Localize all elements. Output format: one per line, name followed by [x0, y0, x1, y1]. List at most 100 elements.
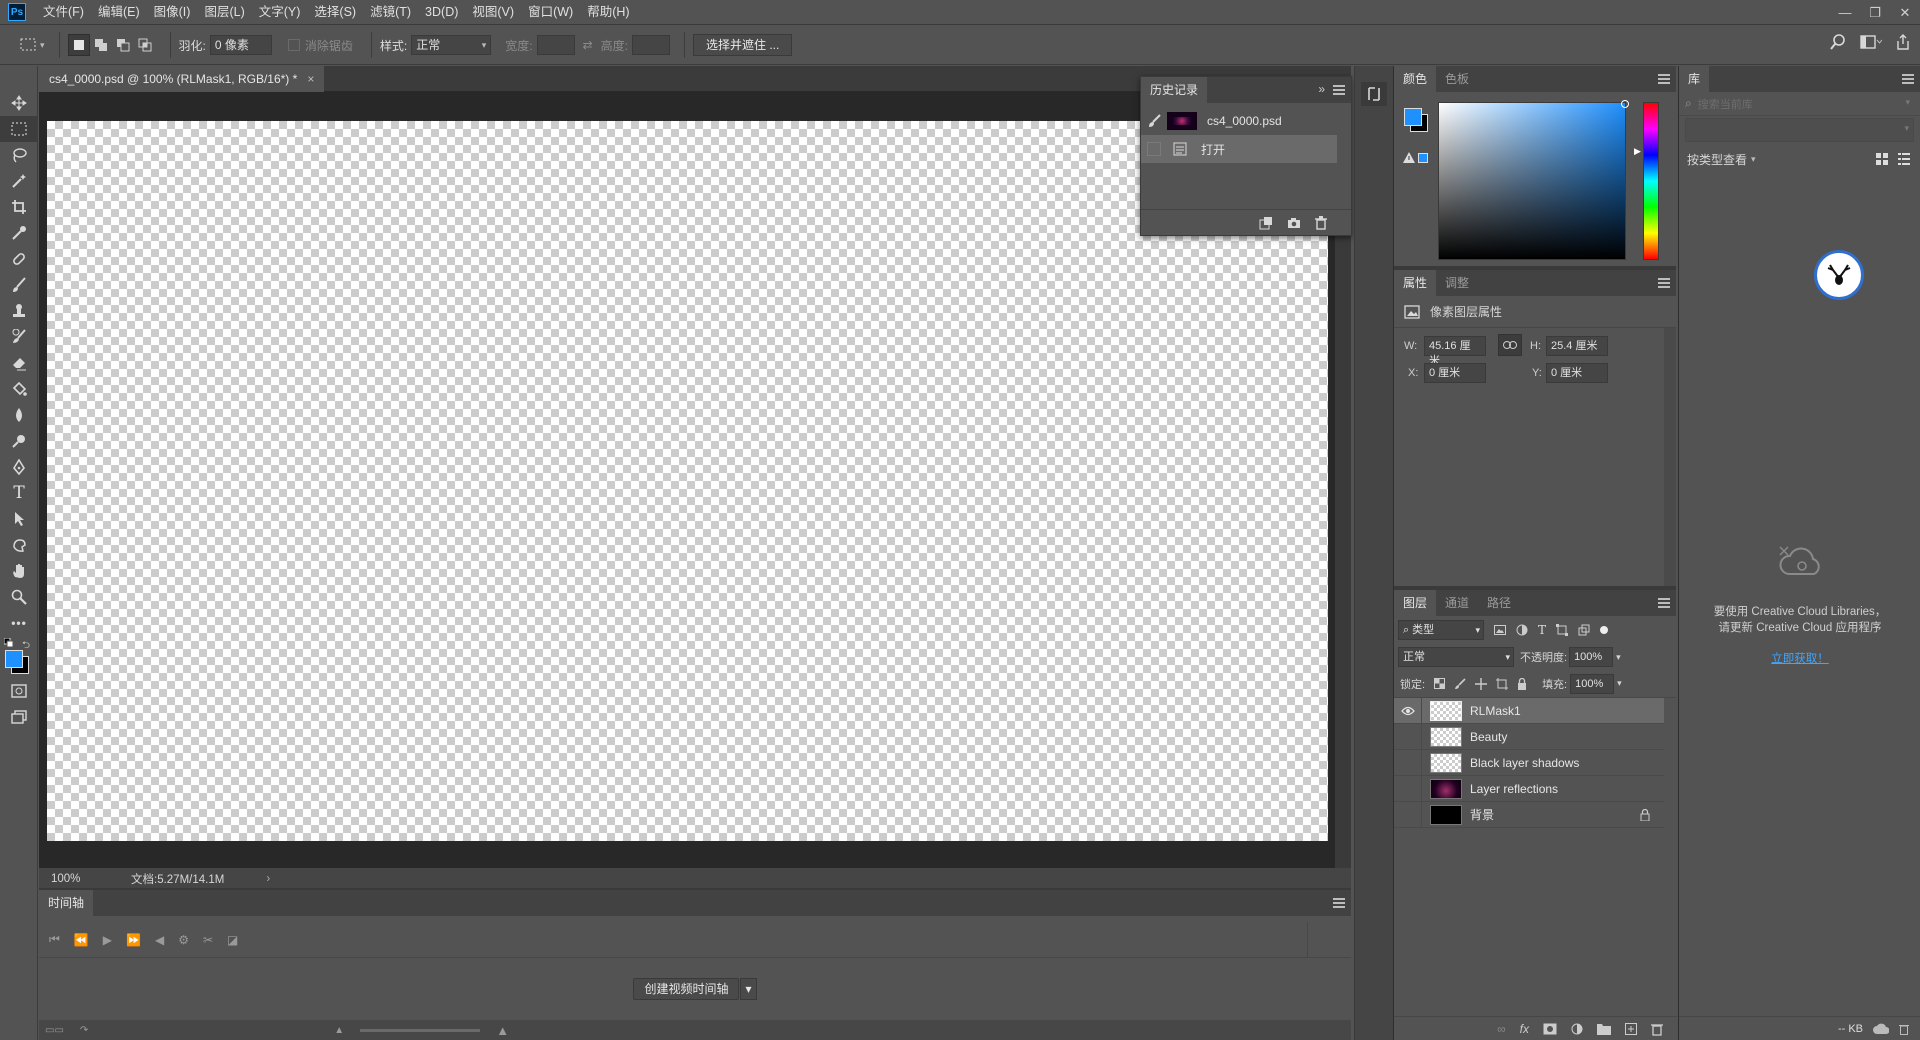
tab-color[interactable]: 颜色: [1394, 66, 1437, 92]
panel-menu-icon[interactable]: [1658, 598, 1670, 608]
chevron-down-icon[interactable]: ▾: [1617, 678, 1622, 689]
previous-frame-icon[interactable]: ⏪: [74, 933, 89, 947]
color-picker-handle[interactable]: [1621, 100, 1629, 108]
delete-icon[interactable]: [1315, 215, 1327, 230]
layer-row[interactable]: Layer reflections: [1394, 775, 1664, 802]
tab-libraries[interactable]: 库: [1679, 66, 1710, 92]
tab-history[interactable]: 历史记录: [1141, 77, 1208, 103]
first-frame-icon[interactable]: ⏮: [49, 932, 60, 947]
menu-type[interactable]: 文字(Y): [252, 0, 308, 25]
chevron-down-icon[interactable]: ▾: [1616, 652, 1621, 663]
workspace-icon[interactable]: [1860, 35, 1882, 49]
layer-row[interactable]: RLMask1: [1394, 697, 1664, 724]
layer-row[interactable]: 背景: [1394, 801, 1664, 828]
eraser-tool-icon[interactable]: [0, 350, 38, 376]
link-layers-icon[interactable]: ∞: [1497, 1022, 1506, 1036]
tab-channels[interactable]: 通道: [1436, 590, 1478, 616]
paint-bucket-icon[interactable]: [0, 376, 38, 402]
visibility-toggle[interactable]: [1394, 723, 1422, 750]
library-select[interactable]: ▾: [1685, 118, 1914, 142]
subtract-selection-icon[interactable]: [112, 34, 134, 56]
screen-mode-icon[interactable]: [0, 704, 38, 730]
tab-adjustments[interactable]: 调整: [1436, 270, 1478, 296]
view-by-type-select[interactable]: 按类型查看: [1687, 151, 1747, 168]
hand-tool-icon[interactable]: [0, 558, 38, 584]
camera-icon[interactable]: [1287, 217, 1301, 229]
create-video-timeline-button[interactable]: 创建视频时间轴: [633, 978, 740, 1000]
history-brush-icon[interactable]: [0, 324, 38, 350]
menu-edit[interactable]: 编辑(E): [91, 0, 147, 25]
delete-layer-icon[interactable]: [1651, 1022, 1663, 1036]
history-brush-source-icon[interactable]: [1147, 114, 1167, 128]
swap-colors-icon[interactable]: ⮌: [22, 638, 30, 655]
lasso-tool-icon[interactable]: [0, 142, 38, 168]
close-tab-icon[interactable]: ×: [307, 72, 314, 86]
new-selection-icon[interactable]: [67, 34, 90, 56]
next-frame-icon[interactable]: ⏩: [126, 933, 141, 947]
list-view-icon[interactable]: [1898, 153, 1910, 165]
menu-window[interactable]: 窗口(W): [521, 0, 580, 25]
eyedropper-icon[interactable]: [0, 220, 38, 246]
panel-menu-icon[interactable]: [1658, 74, 1670, 84]
delete-icon[interactable]: [1899, 1023, 1909, 1035]
filter-smart-object-icon[interactable]: [1578, 624, 1590, 636]
filter-type-icon[interactable]: T: [1538, 623, 1546, 637]
blend-mode-select[interactable]: 正常 ▾: [1398, 647, 1514, 667]
transition-icon[interactable]: ◪: [227, 933, 238, 947]
filter-toggle-icon[interactable]: [1600, 626, 1609, 634]
dodge-tool-icon[interactable]: [0, 428, 38, 454]
minimize-icon[interactable]: —: [1830, 0, 1860, 25]
audio-icon[interactable]: ◀: [155, 933, 164, 947]
panel-menu-icon[interactable]: [1333, 898, 1345, 908]
canvas[interactable]: [47, 121, 1328, 841]
color-field[interactable]: [1438, 102, 1626, 260]
web-safe-color-swatch[interactable]: [1418, 153, 1428, 163]
lock-pixels-icon[interactable]: [1454, 677, 1466, 690]
new-document-from-state-icon[interactable]: [1259, 216, 1273, 230]
adjustment-layer-icon[interactable]: [1571, 1023, 1583, 1035]
filter-shape-icon[interactable]: [1556, 624, 1569, 636]
add-mask-icon[interactable]: [1543, 1023, 1557, 1035]
rectangular-marquee-icon[interactable]: [0, 116, 38, 142]
menu-filter[interactable]: 滤镜(T): [363, 0, 418, 25]
panel-menu-icon[interactable]: [1333, 85, 1345, 95]
share-icon[interactable]: [1896, 34, 1910, 50]
zoom-out-icon[interactable]: ▲: [334, 1025, 344, 1036]
custom-shape-icon[interactable]: [0, 532, 38, 558]
more-tools-icon[interactable]: •••: [0, 610, 38, 636]
menu-select[interactable]: 选择(S): [307, 0, 363, 25]
chevron-down-icon[interactable]: ▾: [40, 40, 45, 51]
height-field[interactable]: 25.4 厘米: [1546, 336, 1608, 356]
tab-swatches[interactable]: 色板: [1436, 66, 1478, 92]
tab-paths[interactable]: 路径: [1478, 590, 1520, 616]
swap-dimensions-icon[interactable]: ⇄: [583, 38, 593, 52]
eye-icon[interactable]: [1394, 697, 1422, 724]
default-colors-icon[interactable]: [4, 638, 14, 648]
collapse-icon[interactable]: »: [1318, 82, 1325, 96]
layer-row[interactable]: Beauty: [1394, 723, 1664, 750]
blur-tool-icon[interactable]: [0, 402, 38, 428]
marquee-tool-preset-icon[interactable]: [18, 34, 40, 56]
layer-filter-select[interactable]: ⌕ 类型 ▾: [1398, 620, 1484, 640]
clone-stamp-icon[interactable]: [0, 298, 38, 324]
healing-brush-icon[interactable]: [0, 246, 38, 272]
menu-3d[interactable]: 3D(D): [418, 0, 465, 25]
add-selection-icon[interactable]: [90, 34, 112, 56]
pen-tool-icon[interactable]: [0, 454, 38, 480]
path-selection-icon[interactable]: [0, 506, 38, 532]
history-snapshot[interactable]: cs4_0000.psd: [1141, 107, 1351, 135]
search-icon[interactable]: [1830, 34, 1846, 50]
document-tab[interactable]: cs4_0000.psd @ 100% (RLMask1, RGB/16*) *…: [39, 66, 325, 92]
style-select[interactable]: 正常 ▾: [411, 35, 492, 55]
properties-scrollbar[interactable]: [1664, 328, 1676, 586]
zoom-level[interactable]: 100%: [51, 873, 121, 885]
chevron-right-icon[interactable]: ›: [266, 873, 270, 885]
tab-timeline[interactable]: 时间轴: [39, 890, 94, 916]
foreground-color-swatch[interactable]: [5, 650, 23, 668]
width-field[interactable]: 45.16 厘米: [1424, 336, 1486, 367]
panel-menu-icon[interactable]: [1658, 278, 1670, 288]
tab-properties[interactable]: 属性: [1394, 270, 1437, 296]
restore-icon[interactable]: ❐: [1860, 0, 1890, 25]
move-tool-icon[interactable]: [0, 90, 38, 116]
feather-input[interactable]: 0 像素: [209, 35, 272, 55]
